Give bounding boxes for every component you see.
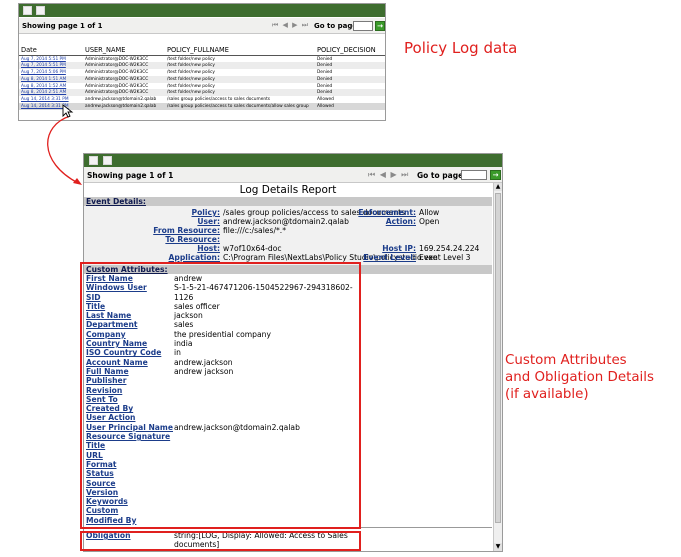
enforcement-value: Allow (419, 208, 440, 217)
scroll-thumb[interactable] (495, 193, 501, 523)
custom-attributes-highlight (80, 262, 361, 529)
action-label[interactable]: Action: (386, 217, 416, 226)
custom-label-line: and Obligation Details (505, 370, 654, 385)
action-value: Open (419, 217, 440, 226)
vertical-scrollbar[interactable]: ▲ ▼ (493, 183, 502, 551)
user-label[interactable]: User: (197, 217, 220, 226)
obligation-highlight (80, 531, 361, 551)
goto-page-label: Go to page: (417, 171, 467, 180)
event-details: Policy: /sales group policies/access to … (84, 206, 492, 265)
go-button[interactable]: → (490, 170, 501, 180)
host-ip-label[interactable]: Host IP: (382, 244, 416, 253)
user-value: andrew.jackson@tdomain2.qalab (223, 217, 349, 226)
custom-attributes-label: Custom Attributes and Obligation Details… (505, 352, 654, 403)
event-level-label[interactable]: Event Level: (363, 253, 416, 262)
event-level-value: Event Level 3 (419, 253, 471, 262)
export-icon[interactable] (89, 156, 98, 165)
toolbar (84, 154, 502, 167)
host-label[interactable]: Host: (197, 244, 220, 253)
pager: Showing page 1 of 1 ⏮ ◀ ▶ ⏭ Go to page: … (84, 167, 502, 183)
event-details-header: Event Details: (84, 197, 492, 206)
report-title: Log Details Report (239, 184, 337, 196)
from-resource-label[interactable]: From Resource: (153, 226, 220, 235)
application-label[interactable]: Application: (169, 253, 220, 262)
host-ip-value: 169.254.24.224 (419, 244, 480, 253)
page-status: Showing page 1 of 1 (87, 171, 174, 180)
from-resource-value: file:///c:/sales/*.* (223, 226, 287, 235)
scroll-down-icon[interactable]: ▼ (494, 543, 502, 551)
enforcement-label[interactable]: Enforcement: (358, 208, 416, 217)
custom-label-line: (if available) (505, 387, 589, 402)
mouse-cursor-icon (62, 104, 74, 118)
policy-label[interactable]: Policy: (192, 208, 220, 217)
custom-label-line: Custom Attributes (505, 353, 627, 368)
to-resource-label[interactable]: To Resource: (165, 235, 220, 244)
scroll-up-icon[interactable]: ▲ (494, 183, 502, 191)
host-value: w7of10x64-doc (223, 244, 282, 253)
goto-page-input[interactable] (461, 170, 487, 180)
print-icon[interactable] (103, 156, 112, 165)
page-nav-icons[interactable]: ⏮ ◀ ▶ ⏭ (368, 170, 409, 180)
